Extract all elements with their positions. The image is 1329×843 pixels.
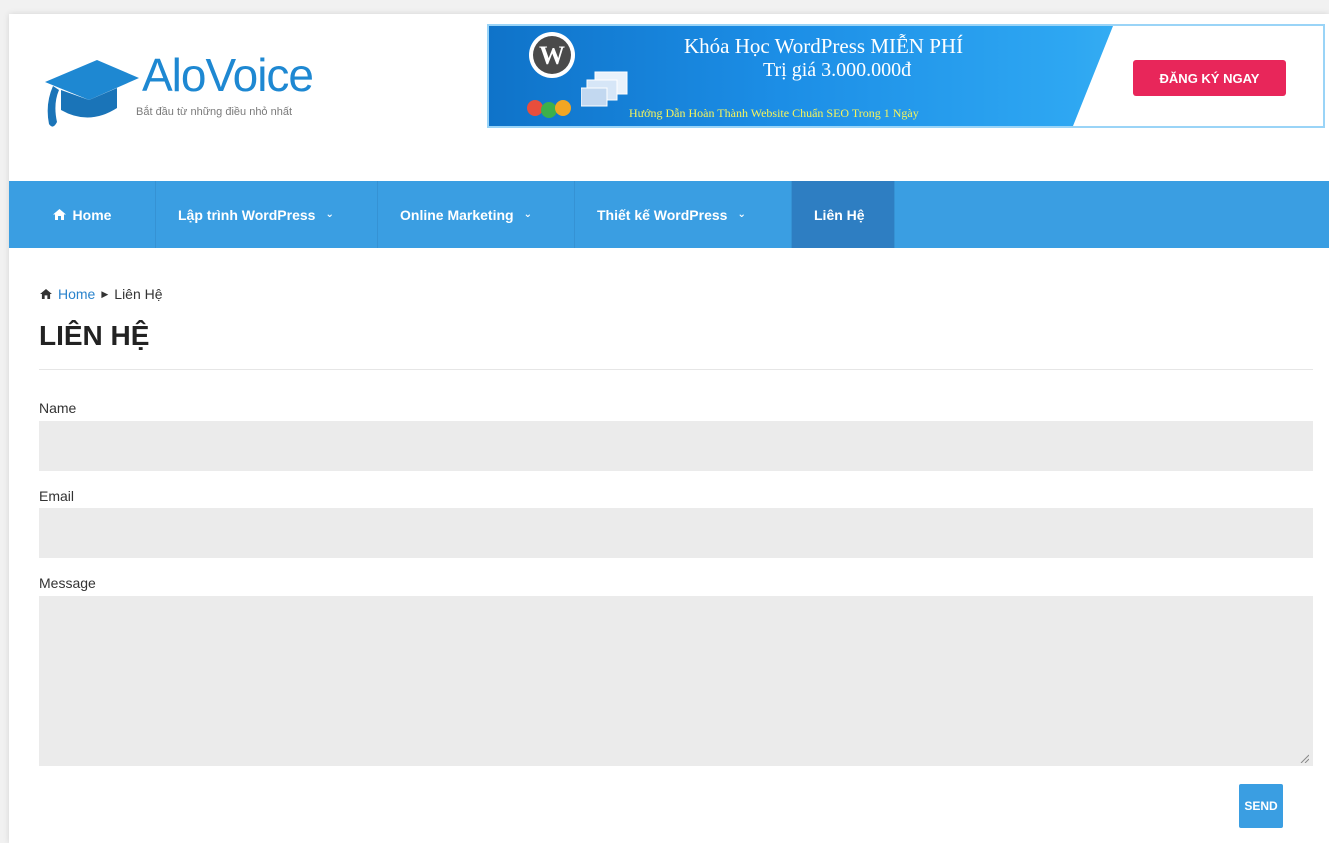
chevron-down-icon: ⌄ [325,209,334,220]
nav-item-label: Online Marketing [400,206,514,223]
social-balls-icon [527,100,571,118]
breadcrumb-current: Liên Hệ [114,286,163,302]
main-nav: Home Lập trình WordPress ⌄ Online Market… [9,181,1329,248]
breadcrumb: Home ▶ Liên Hệ [40,286,163,302]
page: AloVoice Bắt đầu từ những điều nhỏ nhất … [9,14,1329,843]
promo-banner[interactable]: W Khóa Học WordPress MIỄN PHÍ Trị giá 3.… [487,24,1325,128]
nav-item-label: Thiết kế WordPress [597,206,728,223]
caret-right-icon: ▶ [101,288,109,299]
wordpress-logo-icon: W [529,32,575,78]
svg-text:W: W [539,41,565,70]
banner-price: Trị giá 3.000.000đ [763,59,912,81]
website-screens-icon [581,71,628,107]
nav-item-label: Liên Hệ [814,206,865,223]
logo-tagline: Bắt đầu từ những điều nhỏ nhất [136,106,293,118]
page-title: LIÊN HỆ [39,320,150,351]
graduation-cap-icon [45,60,139,127]
register-now-button[interactable]: ĐĂNG KÝ NGAY [1133,60,1286,96]
email-label: Email [39,488,75,504]
send-button[interactable]: SEND [1239,784,1283,828]
home-icon [40,289,52,299]
nav-item-lien-he[interactable]: Liên Hệ [792,181,895,248]
name-label: Name [39,400,77,416]
email-field[interactable] [39,508,1313,558]
nav-item-thiet-ke-wordpress[interactable]: Thiết kế WordPress ⌄ [575,181,792,248]
chevron-down-icon: ⌄ [523,209,532,220]
nav-item-label: Lập trình WordPress [178,206,316,223]
name-field[interactable] [39,421,1313,471]
banner-headline: Khóa Học WordPress MIỄN PHÍ [684,34,964,58]
title-divider [39,369,1313,370]
home-icon [52,209,66,220]
breadcrumb-home-link[interactable]: Home [58,286,95,302]
nav-home-label: Home [72,206,112,223]
nav-item-home[interactable]: Home [9,181,156,248]
nav-item-lap-trinh-wordpress[interactable]: Lập trình WordPress ⌄ [156,181,378,248]
chevron-down-icon: ⌄ [737,209,746,220]
banner-subline: Hướng Dẫn Hoàn Thành Website Chuẩn SEO T… [629,106,919,120]
resize-grip-icon[interactable] [1299,753,1309,763]
message-field[interactable] [39,596,1313,766]
logo-text: AloVoice [142,49,314,101]
nav-item-online-marketing[interactable]: Online Marketing ⌄ [378,181,575,248]
site-logo[interactable]: AloVoice Bắt đầu từ những điều nhỏ nhất [39,48,359,138]
message-label: Message [39,575,96,591]
